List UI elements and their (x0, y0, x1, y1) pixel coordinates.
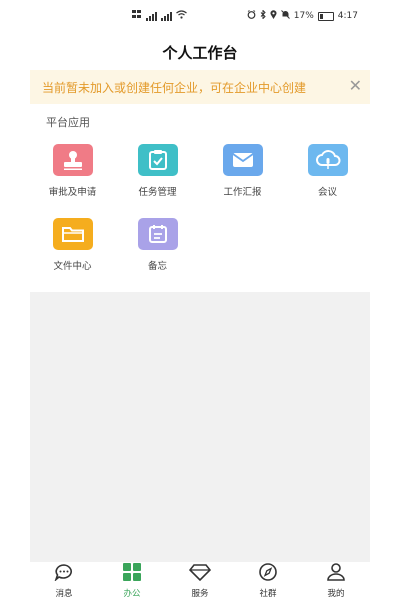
calendar-icon (137, 218, 178, 250)
tab-label: 办公 (123, 589, 141, 599)
app-label: 任务管理 (138, 187, 177, 198)
battery-percent: 17% (293, 11, 314, 21)
cloud-mic-icon (307, 144, 348, 176)
tab-profile[interactable]: 我的 (302, 562, 370, 600)
page-title: 个人工作台 (162, 44, 238, 62)
app-meeting[interactable]: 会议 (285, 144, 370, 198)
phone-screen: 17% 4:17 个人工作台 当前暂未加入或创建任何企业，可在企业中心创建 ✕ … (30, 0, 370, 600)
signal-icon-1 (146, 11, 157, 21)
notice-banner: 当前暂未加入或创建任何企业，可在企业中心创建 ✕ (30, 70, 370, 104)
signal-icon-2 (161, 11, 172, 21)
app-label: 文件中心 (53, 261, 92, 272)
app-task-management[interactable]: 任务管理 (115, 144, 200, 198)
stamp-icon (52, 144, 93, 176)
chat-icon (54, 563, 74, 585)
section-title: 平台应用 (46, 116, 90, 129)
alarm-icon (247, 10, 256, 22)
diamond-icon (188, 563, 212, 585)
bluetooth-icon (260, 9, 266, 22)
app-file-center[interactable]: 文件中心 (30, 218, 115, 272)
tab-label: 我的 (327, 589, 345, 599)
mute-icon (280, 10, 290, 22)
bottom-tab-bar: 消息 办公 服务 社群 我的 (30, 562, 370, 600)
notice-text: 当前暂未加入或创建任何企业，可在企业中心创建 (42, 80, 307, 95)
app-label: 备忘 (147, 261, 167, 272)
app-approval[interactable]: 审批及申请 (30, 144, 115, 198)
battery-icon (317, 11, 334, 21)
clipboard-check-icon (137, 144, 178, 176)
app-label: 工作汇报 (223, 187, 262, 198)
tab-label: 服务 (191, 589, 209, 599)
grid-icon (122, 563, 142, 585)
tab-messages[interactable]: 消息 (30, 562, 98, 600)
status-bar: 17% 4:17 (30, 8, 370, 28)
app-work-report[interactable]: 工作汇报 (200, 144, 285, 198)
clock: 4:17 (337, 11, 358, 21)
app-memo[interactable]: 备忘 (115, 218, 200, 272)
tab-community[interactable]: 社群 (234, 562, 302, 600)
folder-icon (52, 218, 93, 250)
content-empty-area (30, 292, 370, 562)
tab-label: 社群 (259, 589, 277, 599)
app-label: 会议 (317, 187, 337, 198)
close-icon[interactable]: ✕ (349, 77, 362, 95)
compass-icon (258, 563, 278, 585)
envelope-icon (222, 144, 263, 176)
wifi-icon (176, 10, 187, 22)
sim-icon (132, 10, 142, 22)
tab-services[interactable]: 服务 (166, 562, 234, 600)
tab-label: 消息 (55, 589, 73, 599)
person-icon (326, 563, 346, 585)
status-left-icons (132, 10, 187, 22)
status-right-icons: 17% 4:17 (247, 9, 358, 22)
tab-office[interactable]: 办公 (98, 562, 166, 600)
app-label: 审批及申请 (48, 187, 97, 198)
location-icon (270, 10, 277, 22)
